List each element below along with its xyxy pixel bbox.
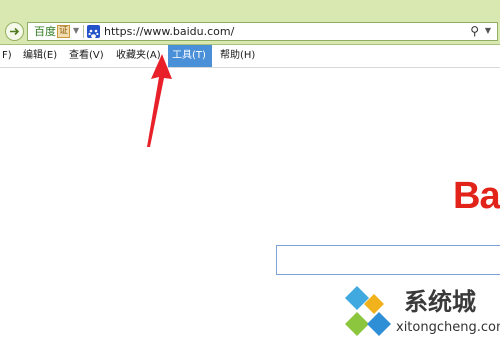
- site-name: 百度: [34, 25, 56, 38]
- baidu-paw-icon: [87, 25, 100, 39]
- divider: [83, 25, 84, 38]
- menu-edit[interactable]: 编辑(E): [19, 45, 61, 67]
- search-input[interactable]: [276, 245, 500, 275]
- watermark-title: 系统城: [404, 288, 476, 316]
- menu-help[interactable]: 帮助(H): [216, 45, 259, 67]
- menu-bar: F) 编辑(E) 查看(V) 收藏夹(A) 工具(T) 帮助(H): [0, 45, 500, 68]
- chevron-down-icon[interactable]: ▼: [485, 26, 491, 35]
- forward-arrow-icon: [10, 27, 20, 36]
- windows-diamond-logo-icon: [345, 286, 391, 336]
- search-icon[interactable]: ⚲: [470, 24, 479, 39]
- menu-favorites[interactable]: 收藏夹(A): [112, 45, 165, 67]
- address-bar: 百度 证 ▼ https://www.baidu.com/ ⚲ ▼: [0, 0, 500, 45]
- chevron-down-icon[interactable]: ▼: [73, 26, 79, 35]
- menu-file[interactable]: F): [0, 45, 16, 67]
- baidu-logo: Ba: [453, 175, 500, 217]
- url-field[interactable]: 百度 证 ▼ https://www.baidu.com/ ⚲ ▼: [27, 22, 498, 41]
- menu-tools[interactable]: 工具(T): [168, 45, 212, 67]
- forward-button[interactable]: [5, 22, 24, 41]
- url-text[interactable]: https://www.baidu.com/: [104, 24, 234, 39]
- watermark-url: xitongcheng.com: [396, 320, 500, 335]
- certificate-icon[interactable]: 证: [57, 25, 70, 38]
- menu-view[interactable]: 查看(V): [65, 45, 108, 67]
